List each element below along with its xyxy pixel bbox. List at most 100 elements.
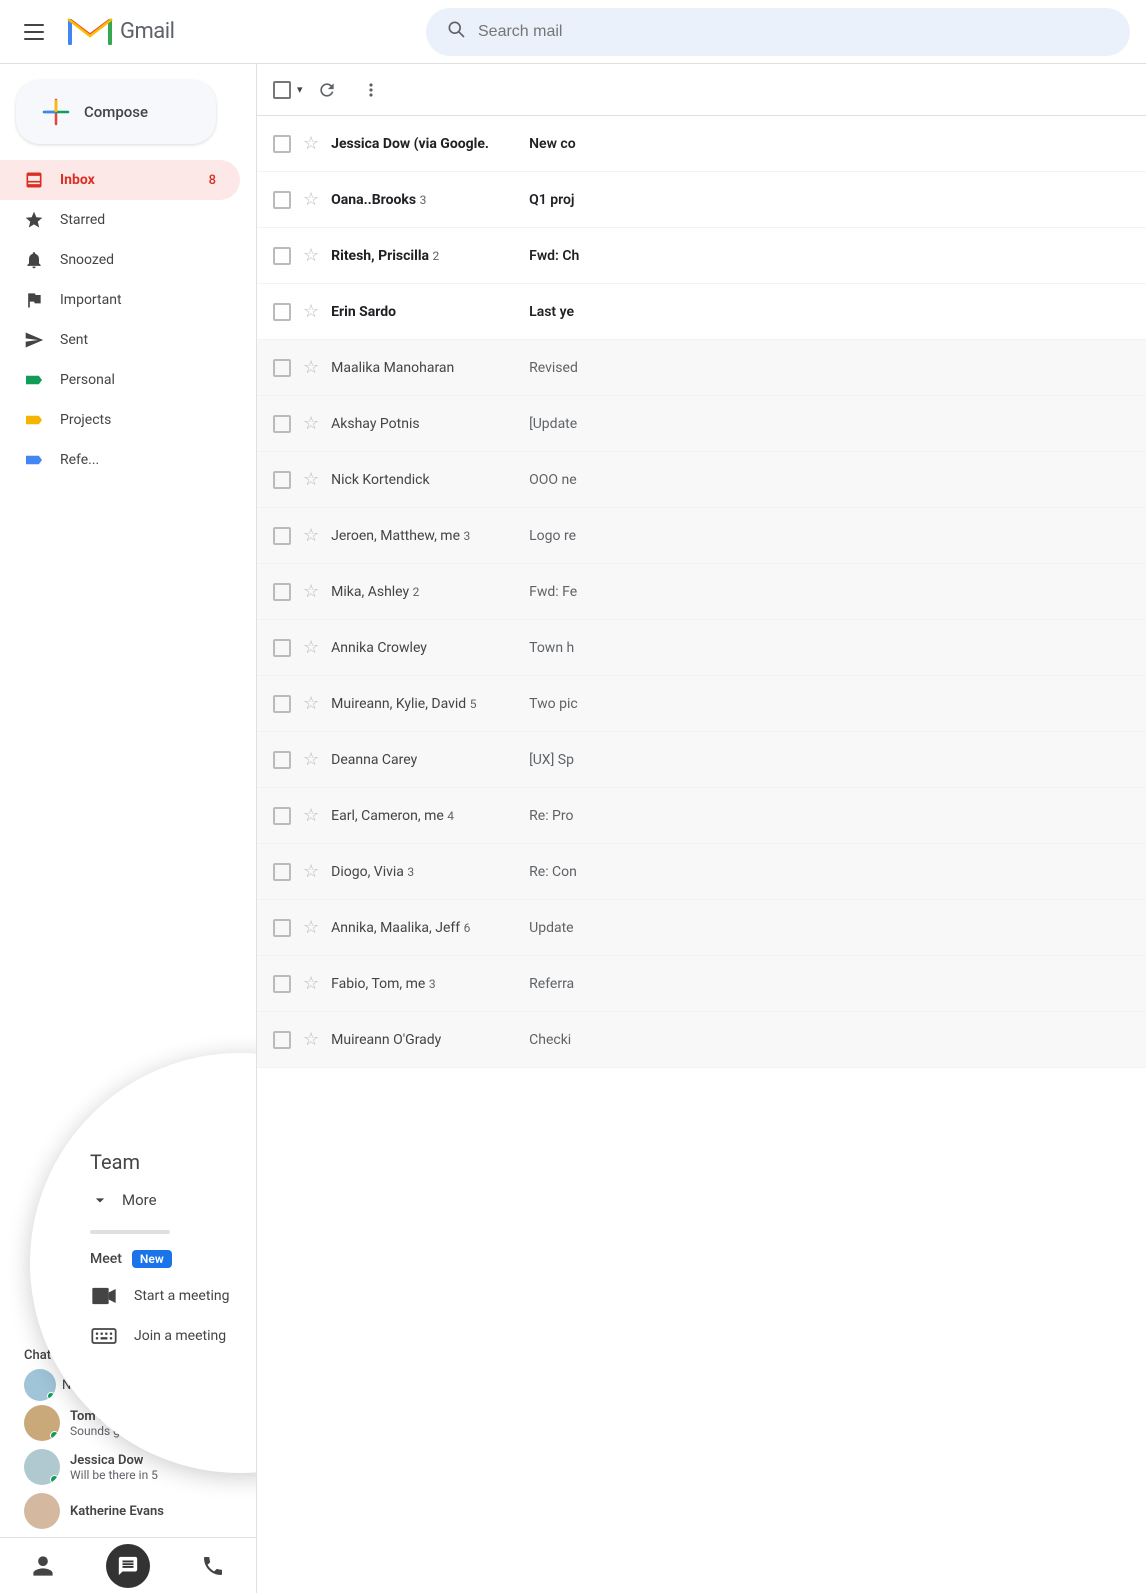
- sidebar-item-starred[interactable]: Starred: [0, 200, 240, 240]
- keyboard-icon: [90, 1322, 118, 1350]
- email-checkbox[interactable]: [273, 583, 291, 601]
- snoozed-label: Snoozed: [60, 252, 114, 268]
- main-layout: Compose Inbox 8 Starred Snoozed: [0, 64, 1146, 1593]
- email-row[interactable]: ☆ Ritesh, Priscilla 2 Fwd: Ch: [257, 228, 1146, 284]
- email-checkbox[interactable]: [273, 303, 291, 321]
- email-sender: Akshay Potnis: [331, 416, 521, 432]
- star-icon[interactable]: ☆: [303, 189, 319, 210]
- compose-label: Compose: [84, 103, 148, 121]
- sidebar-item-important[interactable]: Important: [0, 280, 240, 320]
- email-subject: Referra: [529, 976, 1130, 992]
- email-checkbox[interactable]: [273, 191, 291, 209]
- star-icon[interactable]: ☆: [303, 413, 319, 434]
- sidebar-item-personal[interactable]: Personal: [0, 360, 240, 400]
- menu-button[interactable]: [16, 16, 52, 48]
- start-meeting-label: Start a meeting: [134, 1288, 229, 1304]
- email-sender: Jeroen, Matthew, me 3: [331, 528, 521, 544]
- email-row[interactable]: ☆ Jessica Dow (via Google. New co: [257, 116, 1146, 172]
- chat-nav-icon[interactable]: [106, 1544, 150, 1588]
- email-checkbox[interactable]: [273, 1031, 291, 1049]
- star-icon[interactable]: ☆: [303, 133, 319, 154]
- email-row[interactable]: ☆ Fabio, Tom, me 3 Referra: [257, 956, 1146, 1012]
- sidebar-item-projects[interactable]: Projects: [0, 400, 240, 440]
- email-row[interactable]: ☆ Muireann, Kylie, David 5 Two pic: [257, 676, 1146, 732]
- compose-button[interactable]: Compose: [16, 80, 216, 144]
- select-dropdown-arrow[interactable]: ▾: [297, 83, 303, 96]
- star-icon[interactable]: ☆: [303, 357, 319, 378]
- email-row[interactable]: ☆ Deanna Carey [UX] Sp: [257, 732, 1146, 788]
- email-sender: Earl, Cameron, me 4: [331, 808, 521, 824]
- sidebar-item-inbox[interactable]: Inbox 8: [0, 160, 240, 200]
- email-checkbox[interactable]: [273, 863, 291, 881]
- star-icon[interactable]: ☆: [303, 693, 319, 714]
- star-icon[interactable]: ☆: [303, 805, 319, 826]
- search-input[interactable]: [478, 23, 1110, 41]
- email-rows-container: ☆ Jessica Dow (via Google. New co ☆ Oana…: [257, 116, 1146, 1068]
- sidebar-item-references[interactable]: Refe...: [0, 440, 240, 480]
- join-meeting-button[interactable]: Join a meeting: [90, 1316, 226, 1356]
- references-icon: [24, 450, 44, 470]
- email-row[interactable]: ☆ Erin Sardo Last ye: [257, 284, 1146, 340]
- header: Gmail: [0, 0, 1146, 64]
- email-row[interactable]: ☆ Mika, Ashley 2 Fwd: Fe: [257, 564, 1146, 620]
- phone-nav-icon[interactable]: [189, 1542, 237, 1590]
- email-subject: Revised: [529, 360, 1130, 376]
- snoozed-icon: [24, 250, 44, 270]
- email-checkbox[interactable]: [273, 247, 291, 265]
- references-label: Refe...: [60, 452, 99, 468]
- star-icon[interactable]: ☆: [303, 749, 319, 770]
- email-checkbox[interactable]: [273, 471, 291, 489]
- email-row[interactable]: ☆ Earl, Cameron, me 4 Re: Pro: [257, 788, 1146, 844]
- sidebar-item-sent[interactable]: Sent: [0, 320, 240, 360]
- email-checkbox[interactable]: [273, 639, 291, 657]
- email-checkbox[interactable]: [273, 807, 291, 825]
- email-checkbox[interactable]: [273, 919, 291, 937]
- select-all-checkbox[interactable]: [273, 81, 291, 99]
- refresh-button[interactable]: [307, 70, 347, 110]
- email-checkbox[interactable]: [273, 527, 291, 545]
- email-sender: Erin Sardo: [331, 304, 521, 320]
- tom-avatar: [24, 1405, 60, 1441]
- star-icon[interactable]: ☆: [303, 581, 319, 602]
- star-icon[interactable]: ☆: [303, 301, 319, 322]
- email-subject: OOO ne: [529, 472, 1130, 488]
- email-row[interactable]: ☆ Annika Crowley Town h: [257, 620, 1146, 676]
- star-icon[interactable]: ☆: [303, 1029, 319, 1050]
- more-button[interactable]: More: [90, 1190, 157, 1210]
- email-checkbox[interactable]: [273, 695, 291, 713]
- star-icon[interactable]: ☆: [303, 245, 319, 266]
- email-row[interactable]: ☆ Nick Kortendick OOO ne: [257, 452, 1146, 508]
- star-icon[interactable]: ☆: [303, 637, 319, 658]
- email-row[interactable]: ☆ Diogo, Vivia 3 Re: Con: [257, 844, 1146, 900]
- inbox-icon: [24, 170, 44, 190]
- start-meeting-button[interactable]: Start a meeting: [90, 1276, 229, 1316]
- search-bar[interactable]: [426, 8, 1130, 56]
- email-checkbox[interactable]: [273, 751, 291, 769]
- more-label: More: [122, 1191, 157, 1209]
- star-icon[interactable]: ☆: [303, 525, 319, 546]
- star-icon[interactable]: ☆: [303, 973, 319, 994]
- email-checkbox[interactable]: [273, 975, 291, 993]
- inbox-label: Inbox: [60, 172, 95, 188]
- star-icon[interactable]: ☆: [303, 917, 319, 938]
- email-row[interactable]: ☆ Maalika Manoharan Revised: [257, 340, 1146, 396]
- email-row[interactable]: ☆ Akshay Potnis [Update: [257, 396, 1146, 452]
- email-list: ▾ ☆ Jessica Dow (via Google. New co ☆ Oa…: [256, 64, 1146, 1593]
- star-icon[interactable]: ☆: [303, 469, 319, 490]
- email-row[interactable]: ☆ Muireann O'Grady Checki: [257, 1012, 1146, 1068]
- email-row[interactable]: ☆ Annika, Maalika, Jeff 6 Update: [257, 900, 1146, 956]
- personal-icon: [24, 370, 44, 390]
- star-icon[interactable]: ☆: [303, 861, 319, 882]
- email-checkbox[interactable]: [273, 135, 291, 153]
- sidebar-item-snoozed[interactable]: Snoozed: [0, 240, 240, 280]
- person-nav-icon[interactable]: [19, 1542, 67, 1590]
- email-checkbox[interactable]: [273, 415, 291, 433]
- email-sender: Deanna Carey: [331, 752, 521, 768]
- email-row[interactable]: ☆ Oana..Brooks 3 Q1 proj: [257, 172, 1146, 228]
- email-subject: Checki: [529, 1032, 1130, 1048]
- email-subject: Last ye: [529, 304, 1130, 320]
- email-checkbox[interactable]: [273, 359, 291, 377]
- email-row[interactable]: ☆ Jeroen, Matthew, me 3 Logo re: [257, 508, 1146, 564]
- chat-user-katherine[interactable]: Katherine Evans: [0, 1489, 256, 1533]
- more-options-button[interactable]: [351, 70, 391, 110]
